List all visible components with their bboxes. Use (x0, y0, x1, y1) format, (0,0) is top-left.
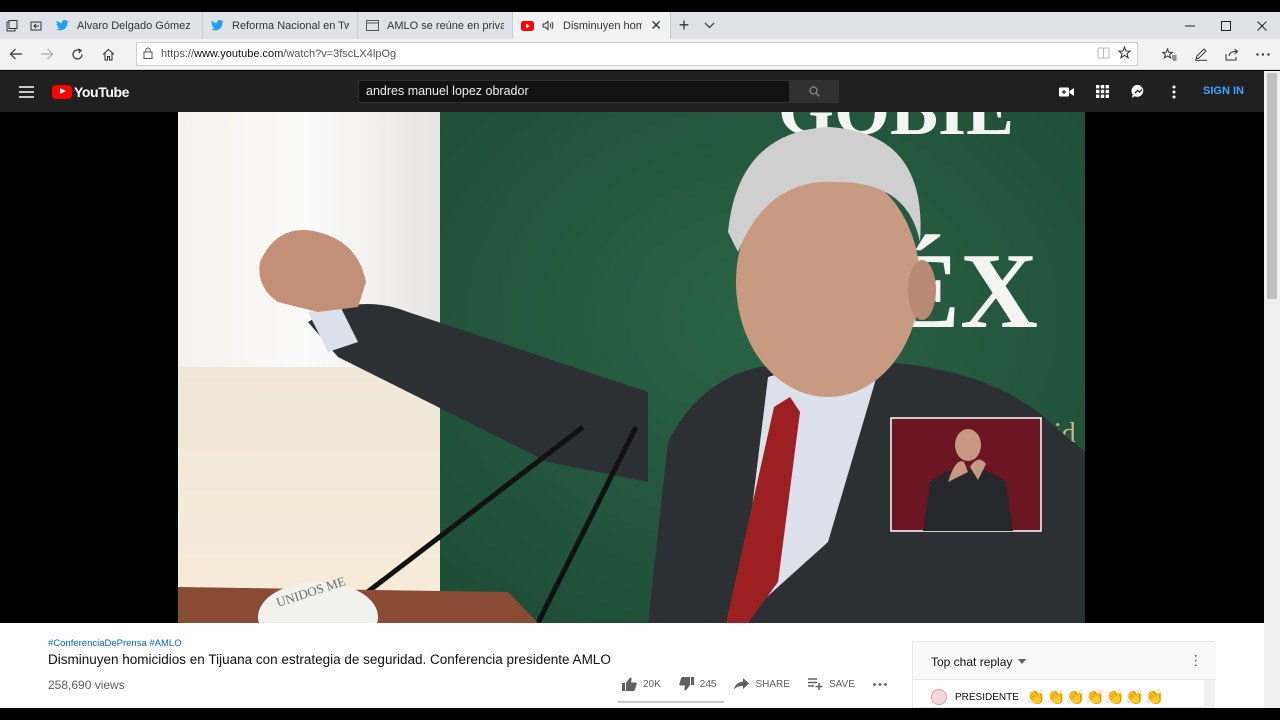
refresh-icon[interactable] (62, 39, 93, 70)
reading-view-icon[interactable] (1097, 47, 1110, 62)
close-tab-icon[interactable]: ✕ (650, 17, 662, 34)
chat-header: Top chat replay ⋮ (913, 642, 1216, 680)
hashtags-link[interactable]: #ConferenciaDePrensa #AMLO (48, 638, 182, 649)
twitter-icon (211, 19, 224, 32)
tabs-aside-icon[interactable] (24, 12, 48, 39)
thumbs-up-icon (622, 677, 637, 691)
live-chat-panel: Top chat replay ⋮ PRESIDENTE 👏👏👏👏👏👏👏 (912, 641, 1216, 708)
like-ratio-bar (618, 701, 724, 703)
lock-icon (143, 47, 153, 62)
tab-label: Alvaro Delgado Gómez en 1 (77, 19, 194, 32)
youtube-masthead: YouTube andres manuel lopez obrador SIGN… (0, 71, 1264, 112)
video-title: Disminuyen homicidios en Tijuana con est… (48, 652, 611, 667)
sign-in-button[interactable]: SIGN IN (1203, 85, 1244, 97)
youtube-play-icon (52, 84, 72, 99)
sign-language-interpreter-inset (890, 417, 1042, 532)
chat-mode-dropdown[interactable]: Top chat replay (931, 655, 1012, 669)
like-count: 20K (643, 678, 661, 690)
search-icon (809, 86, 820, 97)
share-icon[interactable] (1216, 47, 1247, 61)
top-frame-strip (0, 0, 1280, 12)
pen-icon[interactable] (1185, 47, 1216, 61)
clapping-emoji: 👏👏👏👏👏👏👏 (1026, 689, 1165, 706)
video-frame[interactable]: GOBIE ÉX nid UNIDOS ME (178, 112, 1085, 623)
browser-tab[interactable]: Reforma Nacional en Twitte (203, 12, 358, 39)
url-text[interactable]: https://www.youtube.com/watch?v=3fscLX4l… (161, 48, 1089, 60)
save-label: SAVE (828, 678, 855, 690)
tab-label: Disminuyen homici (563, 19, 642, 32)
browser-tab[interactable]: Alvaro Delgado Gómez en 1 (48, 12, 203, 39)
chevron-down-icon[interactable] (697, 12, 721, 39)
back-icon[interactable] (0, 39, 31, 70)
messages-icon[interactable] (1120, 84, 1156, 99)
forward-icon[interactable] (31, 39, 62, 70)
create-video-icon[interactable] (1048, 87, 1084, 97)
address-bar[interactable]: https://www.youtube.com/watch?v=3fscLX4l… (136, 42, 1138, 66)
dislike-count: 245 (699, 678, 717, 690)
apps-grid-icon[interactable] (1084, 85, 1120, 98)
browser-tab[interactable]: AMLO se reúne en privado c (358, 12, 513, 39)
chat-scrollbar[interactable] (1204, 680, 1215, 708)
home-icon[interactable] (93, 39, 124, 70)
chat-more-icon[interactable]: ⋮ (1189, 652, 1203, 669)
video-info-section: #ConferenciaDePrensa #AMLO Disminuyen ho… (0, 623, 1264, 708)
browser-tab-bar: Alvaro Delgado Gómez en 1 Reforma Nacion… (0, 12, 1280, 39)
more-actions-icon[interactable] (872, 682, 887, 686)
new-tab-icon[interactable]: + (671, 12, 697, 39)
video-still: GOBIE ÉX nid UNIDOS ME (178, 112, 1085, 623)
twitter-icon (56, 19, 69, 32)
share-label: SHARE (755, 678, 790, 690)
maximize-icon[interactable] (1208, 12, 1244, 39)
tab-label: Reforma Nacional en Twitte (232, 19, 349, 32)
like-button[interactable]: 20K (622, 677, 661, 691)
tab-label: AMLO se reúne en privado c (387, 19, 504, 32)
minimize-icon[interactable] (1172, 12, 1208, 39)
share-arrow-icon (734, 678, 750, 690)
browser-toolbar: https://www.youtube.com/watch?v=3fscLX4l… (0, 39, 1280, 70)
bottom-frame-strip (0, 708, 1280, 720)
chat-message: PRESIDENTE 👏👏👏👏👏👏👏 (931, 688, 1165, 706)
favorites-hub-icon[interactable] (1154, 47, 1185, 61)
save-button[interactable]: SAVE (807, 678, 855, 690)
close-window-icon[interactable] (1244, 12, 1280, 39)
scrollbar-thumb[interactable] (1267, 73, 1277, 299)
view-count: 258,690 views (48, 678, 125, 692)
kebab-menu-icon[interactable] (1156, 85, 1192, 99)
chat-author: PRESIDENTE (955, 691, 1019, 703)
favorite-star-icon[interactable] (1117, 45, 1132, 62)
dropdown-arrow-icon[interactable] (1018, 659, 1026, 664)
page-scrollbar[interactable] (1264, 71, 1280, 708)
avatar (931, 689, 947, 705)
speaker-icon[interactable] (542, 19, 555, 32)
share-button[interactable]: SHARE (734, 678, 790, 690)
youtube-logo-text: YouTube (74, 83, 130, 100)
search-button[interactable] (790, 80, 839, 103)
dislike-button[interactable]: 245 (679, 677, 717, 691)
tab-set-aside-icon[interactable] (0, 12, 24, 39)
page-icon (366, 19, 379, 32)
youtube-icon (521, 19, 534, 32)
video-player[interactable]: GOBIE ÉX nid UNIDOS ME (0, 112, 1264, 623)
search-input[interactable]: andres manuel lopez obrador (358, 80, 790, 103)
browser-tab-active[interactable]: Disminuyen homici ✕ (513, 12, 671, 39)
more-options-icon[interactable] (1247, 47, 1278, 61)
playlist-add-icon (807, 678, 823, 690)
thumbs-down-icon (679, 677, 694, 691)
hamburger-menu-icon[interactable] (0, 85, 52, 98)
youtube-logo[interactable]: YouTube (52, 84, 129, 100)
